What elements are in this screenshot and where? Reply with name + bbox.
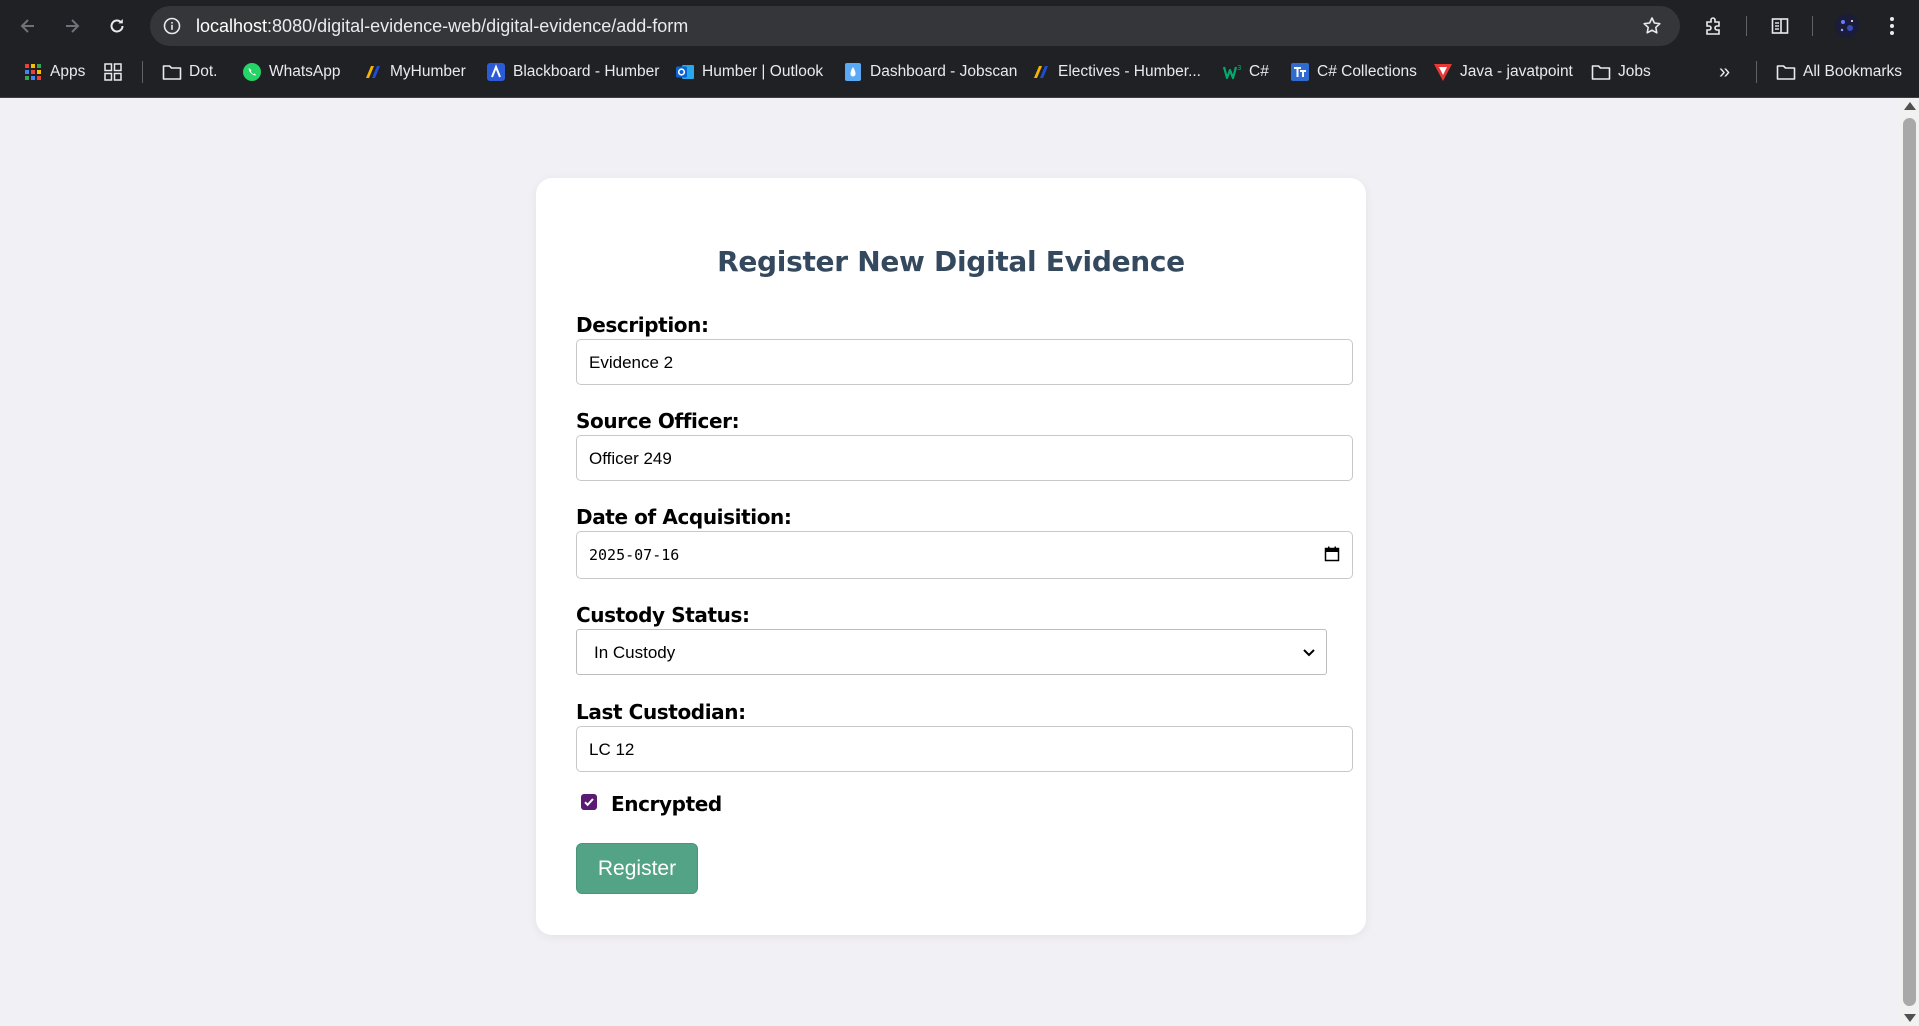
bookmark-outlook[interactable]: Humber | Outlook <box>675 59 823 85</box>
forward-icon[interactable] <box>58 12 86 40</box>
w3-icon: 3 <box>1222 62 1242 82</box>
toolbar-divider <box>1812 16 1813 36</box>
javatpoint-icon <box>1433 62 1453 82</box>
side-panel-icon[interactable] <box>1766 12 1794 40</box>
bookmarks-divider <box>142 61 143 83</box>
bookmark-label: C# <box>1249 63 1269 80</box>
page-viewport: Register New Digital Evidence Descriptio… <box>0 98 1900 1026</box>
last-custodian-label: Last Custodian: <box>576 700 746 724</box>
bookmark-apps[interactable]: Apps <box>23 59 85 85</box>
page-title: Register New Digital Evidence <box>717 245 1185 278</box>
bookmark-label: Java - javatpoint <box>1460 63 1573 80</box>
bookmark-electives-humber[interactable]: Electives - Humber... <box>1031 59 1201 85</box>
register-button[interactable]: Register <box>576 843 698 894</box>
humber-icon <box>1031 62 1051 82</box>
bookmarks-divider <box>1756 61 1757 83</box>
extensions-icon[interactable] <box>1700 12 1728 40</box>
date-of-acquisition-input[interactable]: 2025-07-16 <box>576 531 1353 579</box>
back-icon[interactable] <box>14 12 42 40</box>
evidence-form-card: Register New Digital Evidence Descriptio… <box>536 178 1366 935</box>
reload-icon[interactable] <box>103 12 131 40</box>
apps-grid-icon <box>23 62 43 82</box>
bookmark-label: Electives - Humber... <box>1058 63 1201 80</box>
chevron-double-right-icon: » <box>1719 60 1731 83</box>
tutorialsteacher-icon <box>1290 62 1310 82</box>
all-bookmarks-button[interactable]: All Bookmarks <box>1776 59 1902 85</box>
bookmark-csharp-collections[interactable]: C# Collections <box>1290 59 1417 85</box>
date-value: 2025-07-16 <box>589 546 680 564</box>
bookmark-myhumber[interactable]: MyHumber <box>363 59 466 85</box>
browser-toolbar: localhost:8080/digital-evidence-web/digi… <box>0 0 1919 52</box>
description-value: Evidence 2 <box>589 353 674 372</box>
site-info-icon[interactable] <box>160 14 184 38</box>
bookmark-label: WhatsApp <box>269 63 341 80</box>
bookmark-label: Blackboard - Humber <box>513 63 660 80</box>
bookmark-csharp[interactable]: 3 C# <box>1222 59 1269 85</box>
encrypted-label: Encrypted <box>611 792 722 816</box>
bookmark-label: Apps <box>50 63 86 80</box>
bookmark-whatsapp[interactable]: WhatsApp <box>242 59 341 85</box>
bookmark-label: Dot. <box>189 63 218 80</box>
bookmark-label: C# Collections <box>1317 63 1417 80</box>
folder-icon <box>162 62 182 82</box>
folder-icon <box>1776 62 1796 82</box>
bookmarks-overflow-button[interactable]: » <box>1719 59 1730 85</box>
bookmark-label: Humber | Outlook <box>702 63 824 80</box>
bookmark-javatpoint[interactable]: Java - javatpoint <box>1433 59 1573 85</box>
humber-icon <box>363 62 383 82</box>
page-scrollbar[interactable] <box>1900 98 1919 1026</box>
bookmark-label: Jobs <box>1618 63 1651 80</box>
custody-status-label: Custody Status: <box>576 603 750 627</box>
profile-avatar-icon[interactable] <box>1833 12 1861 40</box>
scroll-down-arrow-icon[interactable] <box>1904 1014 1916 1022</box>
chevron-down-icon <box>1302 645 1316 664</box>
bookmark-blackboard[interactable]: Blackboard - Humber <box>486 59 659 85</box>
checkmark-icon <box>584 798 594 807</box>
jobscan-icon <box>843 62 863 82</box>
bookmark-star-icon[interactable] <box>1640 14 1664 38</box>
bookmark-label: MyHumber <box>390 63 466 80</box>
address-bar[interactable]: localhost:8080/digital-evidence-web/digi… <box>150 6 1680 46</box>
bookmark-label: All Bookmarks <box>1803 63 1903 80</box>
outlook-icon <box>675 62 695 82</box>
bookmark-folder-dot[interactable]: Dot. <box>162 59 217 85</box>
url-text: localhost:8080/digital-evidence-web/digi… <box>196 16 689 36</box>
description-label: Description: <box>576 313 709 337</box>
custody-status-value: In Custody <box>594 643 676 662</box>
last-custodian-value: LC 12 <box>589 740 635 759</box>
source-officer-label: Source Officer: <box>576 409 740 433</box>
whatsapp-icon <box>242 62 262 82</box>
date-of-acquisition-label: Date of Acquisition: <box>576 505 792 529</box>
scroll-up-arrow-icon[interactable] <box>1904 102 1916 110</box>
description-input[interactable]: Evidence 2 <box>576 339 1353 385</box>
menu-kebab-icon[interactable] <box>1878 12 1906 40</box>
svg-text:3: 3 <box>1237 64 1241 72</box>
last-custodian-input[interactable]: LC 12 <box>576 726 1353 772</box>
toolbar-divider <box>1746 16 1747 36</box>
bookmark-folder-jobs[interactable]: Jobs <box>1591 59 1651 85</box>
blackboard-icon <box>486 62 506 82</box>
custody-status-select[interactable]: In Custody <box>576 629 1327 675</box>
source-officer-input[interactable]: Officer 249 <box>576 435 1353 481</box>
folder-icon <box>1591 62 1611 82</box>
tab-groups-icon <box>103 62 123 82</box>
source-officer-value: Officer 249 <box>589 449 672 468</box>
scrollbar-thumb[interactable] <box>1903 118 1916 1006</box>
bookmark-label: Dashboard - Jobscan <box>870 63 1018 80</box>
bookmark-tab-groups[interactable] <box>103 59 123 85</box>
bookmark-jobscan[interactable]: Dashboard - Jobscan <box>843 59 1017 85</box>
encrypted-checkbox[interactable] <box>581 794 597 810</box>
calendar-icon[interactable] <box>1324 546 1340 562</box>
